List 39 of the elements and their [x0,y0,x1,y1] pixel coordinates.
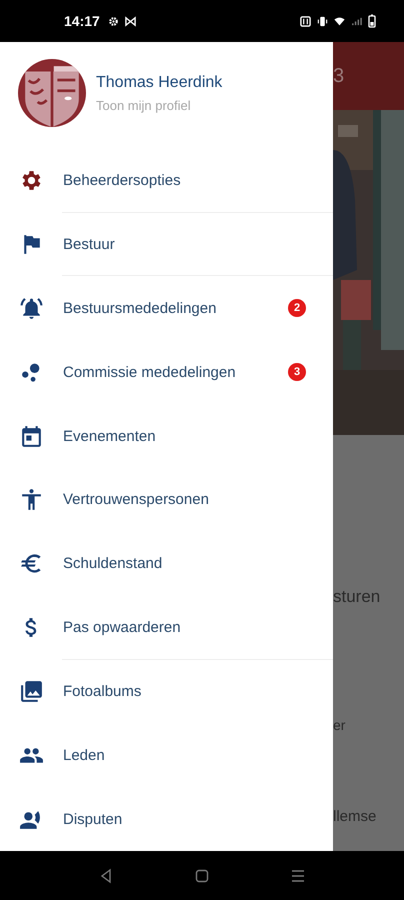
signal-icon [351,16,362,26]
wifi-icon [334,16,345,26]
gear-icon [108,16,119,26]
menu-item-label: Vertrouwenspersonen [63,491,210,508]
battery-icon [368,14,376,28]
home-icon[interactable] [194,868,210,884]
menu-item[interactable]: Leden [0,723,333,788]
list-text: llemse [333,808,376,825]
count-badge: 3 [288,363,306,382]
menu-item-label: Bestuur [63,236,116,254]
menu-item-label: Disputen [63,810,124,828]
menu-icon[interactable] [290,868,306,884]
menu-item-label: Commissie mededelingen [63,364,237,381]
menu-item[interactable]: Disputen [0,787,333,852]
mail-icon [124,16,136,26]
menu-item[interactable]: Bestuursmededelingen 2 [0,276,333,340]
vibrate-icon [317,16,328,26]
menu-item[interactable]: Bestuur [0,212,333,276]
menu-item-label: Bestuursmededelingen [63,300,218,317]
nfc-icon [300,16,311,26]
menu-item[interactable]: Pas opwaarderen [0,596,333,660]
list-text: er [333,717,346,733]
menu-item-label: Leden [63,746,106,764]
menu-item-label: Evenementen [63,428,157,445]
menu-item[interactable]: Vertrouwenspersonen [0,468,333,532]
menu-item[interactable]: Commissie mededelingen 3 [0,340,333,404]
menu-item[interactable]: Schuldenstand [0,532,333,596]
count-badge: 2 [288,299,306,318]
menu-item[interactable]: Beheerdersopties [0,148,333,213]
menu-item-label: Schuldenstand [63,555,164,572]
profile-name: Thomas Heerdink [96,74,222,92]
menu-item-label: Pas opwaarderen [63,619,182,636]
clock: 14:17 [64,13,100,29]
list-text: sturen [333,587,380,607]
menu-item[interactable]: Evenementen [0,404,333,468]
menu-item[interactable]: Fotoalbums [0,660,333,724]
menu-item-label: Beheerdersopties [63,172,182,190]
app-bar-title: 3 [333,64,344,88]
menu-item-label: Fotoalbums [63,682,142,700]
